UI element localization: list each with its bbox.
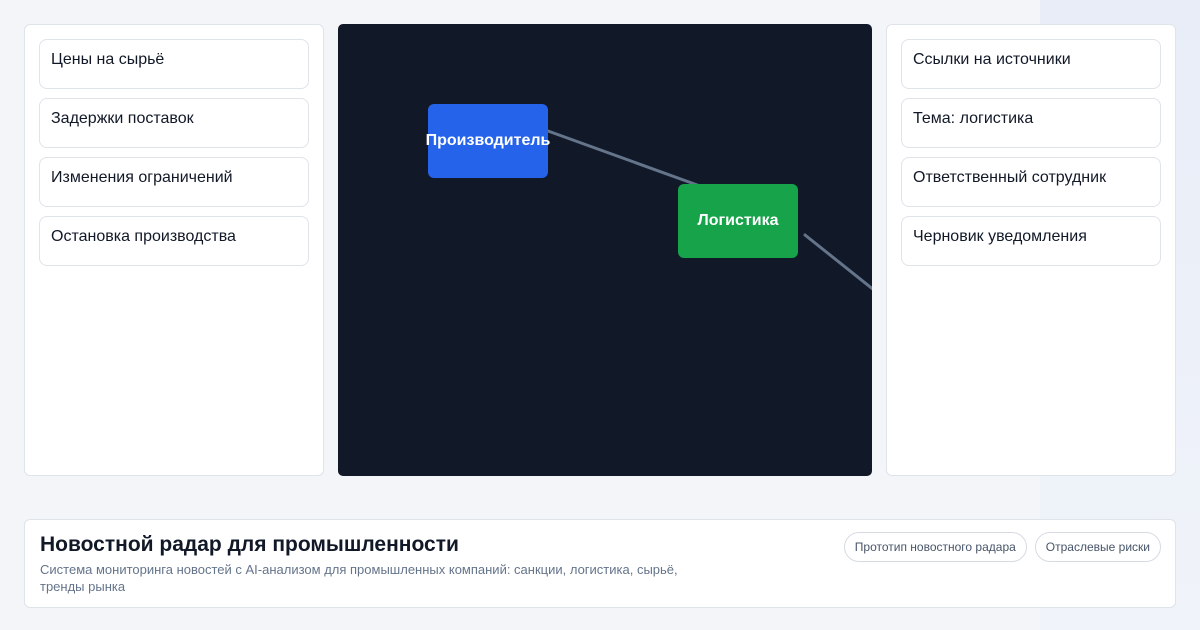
edge-logistics-offscreen — [803, 233, 872, 291]
list-item-topic-logistics[interactable]: Тема: логистика — [901, 98, 1161, 148]
list-item-notification-draft[interactable]: Черновик уведомления — [901, 216, 1161, 266]
node-producer[interactable]: Производитель — [426, 104, 550, 178]
page-title: Новостной радар для промышленности — [40, 533, 459, 556]
list-item-production-halt[interactable]: Остановка производства — [39, 216, 309, 266]
badge-industry-risks[interactable]: Отраслевые риски — [1034, 532, 1161, 562]
list-item-supply-delays[interactable]: Задержки поставок — [39, 98, 309, 148]
node-logistics[interactable]: Логистика — [678, 184, 798, 258]
action-list: Ссылки на источники Тема: логистика Отве… — [901, 39, 1161, 275]
list-item-responsible-employee[interactable]: Ответственный сотрудник — [901, 157, 1161, 207]
badge-group: Прототип новостного радара Отраслевые ри… — [843, 532, 1161, 562]
risk-signal-list: Цены на сырьё Задержки поставок Изменени… — [39, 39, 309, 275]
right-panel: Ссылки на источники Тема: логистика Отве… — [886, 24, 1176, 476]
list-item-restriction-changes[interactable]: Изменения ограничений — [39, 157, 309, 207]
info-footer: Новостной радар для промышленности Систе… — [24, 519, 1176, 608]
page-description: Система мониторинга новостей с AI-анализ… — [40, 562, 678, 594]
diagram-canvas[interactable]: Производитель Логистика — [338, 24, 872, 476]
edge-producer-logistics — [546, 129, 702, 188]
left-panel: Цены на сырьё Задержки поставок Изменени… — [24, 24, 324, 476]
list-item-raw-material-prices[interactable]: Цены на сырьё — [39, 39, 309, 89]
list-item-source-links[interactable]: Ссылки на источники — [901, 39, 1161, 89]
badge-prototype[interactable]: Прототип новостного радара — [843, 532, 1027, 562]
